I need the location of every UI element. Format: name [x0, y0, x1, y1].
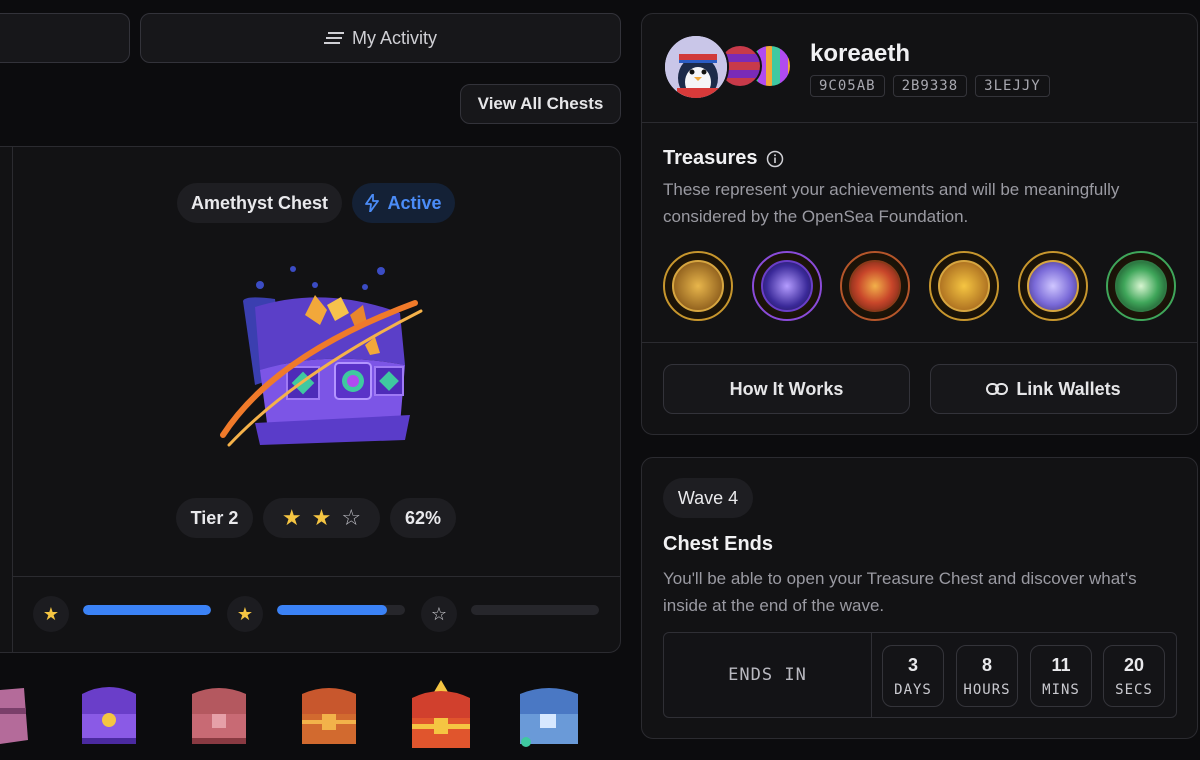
progress-star-2-icon: ★ — [227, 596, 263, 632]
link-wallets-button[interactable]: Link Wallets — [930, 364, 1177, 414]
percent-pill: 62% — [390, 498, 456, 538]
profile-divider — [641, 122, 1198, 123]
ends-in-label: ENDS IN — [728, 665, 807, 685]
wave-badge: Wave 4 — [663, 478, 753, 518]
percent-label: 62% — [404, 507, 442, 528]
status-badge: Active — [352, 183, 455, 223]
chest-thumb-ice[interactable] — [514, 680, 584, 750]
wallet-tag[interactable]: 3LEJJY — [975, 75, 1050, 97]
link-icon — [986, 383, 1009, 395]
treasures-divider — [641, 342, 1198, 343]
progress-star-1-icon: ★ — [33, 596, 69, 632]
treasures-title: Treasures — [663, 147, 758, 169]
countdown-secs-unit: SECS — [1115, 681, 1153, 698]
status-label: Active — [387, 192, 442, 213]
chest-thumb-amethyst[interactable] — [76, 680, 142, 750]
chest-ends-description: You'll be able to open your Treasure Che… — [663, 569, 1137, 615]
stars-pill: ★ ★ ☆ — [263, 498, 380, 538]
info-icon[interactable] — [766, 150, 784, 168]
star-filled-icon: ★ — [311, 505, 332, 530]
countdown-hours-value: 8 — [981, 654, 992, 675]
chest-name-pill: Amethyst Chest — [177, 183, 342, 223]
countdown-secs: 20 SECS — [1103, 645, 1165, 707]
countdown-days-unit: DAYS — [894, 681, 932, 698]
star-empty-icon: ☆ — [341, 505, 362, 530]
countdown-days: 3 DAYS — [882, 645, 944, 707]
activity-lines-icon — [323, 32, 344, 44]
view-all-chests-button[interactable]: View All Chests — [460, 84, 621, 124]
chest-thumb-partial[interactable] — [0, 680, 30, 750]
wave-label: Wave 4 — [677, 487, 739, 508]
wallet-tag[interactable]: 9C05AB — [810, 75, 885, 97]
treasures-header: Treasures — [663, 147, 784, 170]
purple-orb-medal-icon[interactable] — [752, 251, 822, 321]
green-leaf-medal-icon[interactable] — [1106, 251, 1176, 321]
countdown-hours-unit: HOURS — [963, 681, 1011, 698]
amethyst-chest-image — [220, 266, 423, 447]
wallet-tags: 9C05AB 2B9338 3LEJJY — [810, 75, 1050, 97]
countdown-days-value: 3 — [907, 654, 918, 675]
my-activity-label: My Activity — [351, 27, 437, 48]
chest-thumb-rose[interactable] — [186, 680, 252, 750]
username: koreaeth — [810, 40, 911, 67]
countdown-secs-value: 20 — [1123, 654, 1145, 675]
fire-medal-icon[interactable] — [840, 251, 910, 321]
chest-ends-title: Chest Ends — [663, 533, 774, 555]
progress-bar-1 — [83, 605, 211, 615]
my-activity-button[interactable]: My Activity — [140, 13, 621, 63]
tier-pill: Tier 2 — [176, 498, 253, 538]
wallet-tag[interactable]: 2B9338 — [892, 75, 968, 97]
chest-name: Amethyst Chest — [190, 192, 329, 213]
how-it-works-label: How It Works — [729, 378, 844, 399]
gold-chest-medal-icon[interactable] — [929, 251, 999, 321]
star-filled-icon: ★ — [281, 505, 302, 530]
progress-star-3-icon: ☆ — [421, 596, 457, 632]
lightning-icon — [365, 194, 380, 212]
avatar[interactable] — [663, 34, 729, 100]
countdown-mins-unit: MINS — [1042, 681, 1080, 698]
panel-divider-horizontal — [12, 576, 621, 577]
countdown-box: ENDS IN 3 DAYS 8 HOURS 11 MINS 20 SECS — [663, 632, 1177, 718]
how-it-works-button[interactable]: How It Works — [663, 364, 910, 414]
left-tab-button[interactable] — [0, 13, 130, 63]
countdown-divider — [871, 633, 872, 717]
progress-bar-3 — [471, 605, 599, 615]
progress-bar-2 — [277, 605, 405, 615]
chest-thumb-copper[interactable] — [296, 680, 362, 750]
treasures-description: These represent your achievements and wi… — [663, 180, 1120, 226]
chest-thumb-royal[interactable] — [406, 680, 476, 754]
tier-label: Tier 2 — [190, 507, 239, 528]
link-wallets-label: Link Wallets — [1016, 378, 1121, 399]
view-all-chests-label: View All Chests — [477, 94, 604, 113]
gold-cog-medal-icon[interactable] — [663, 251, 733, 321]
countdown-mins-value: 11 — [1051, 654, 1071, 675]
countdown-mins: 11 MINS — [1030, 645, 1092, 707]
countdown-hours: 8 HOURS — [956, 645, 1018, 707]
compass-medal-icon[interactable] — [1018, 251, 1088, 321]
